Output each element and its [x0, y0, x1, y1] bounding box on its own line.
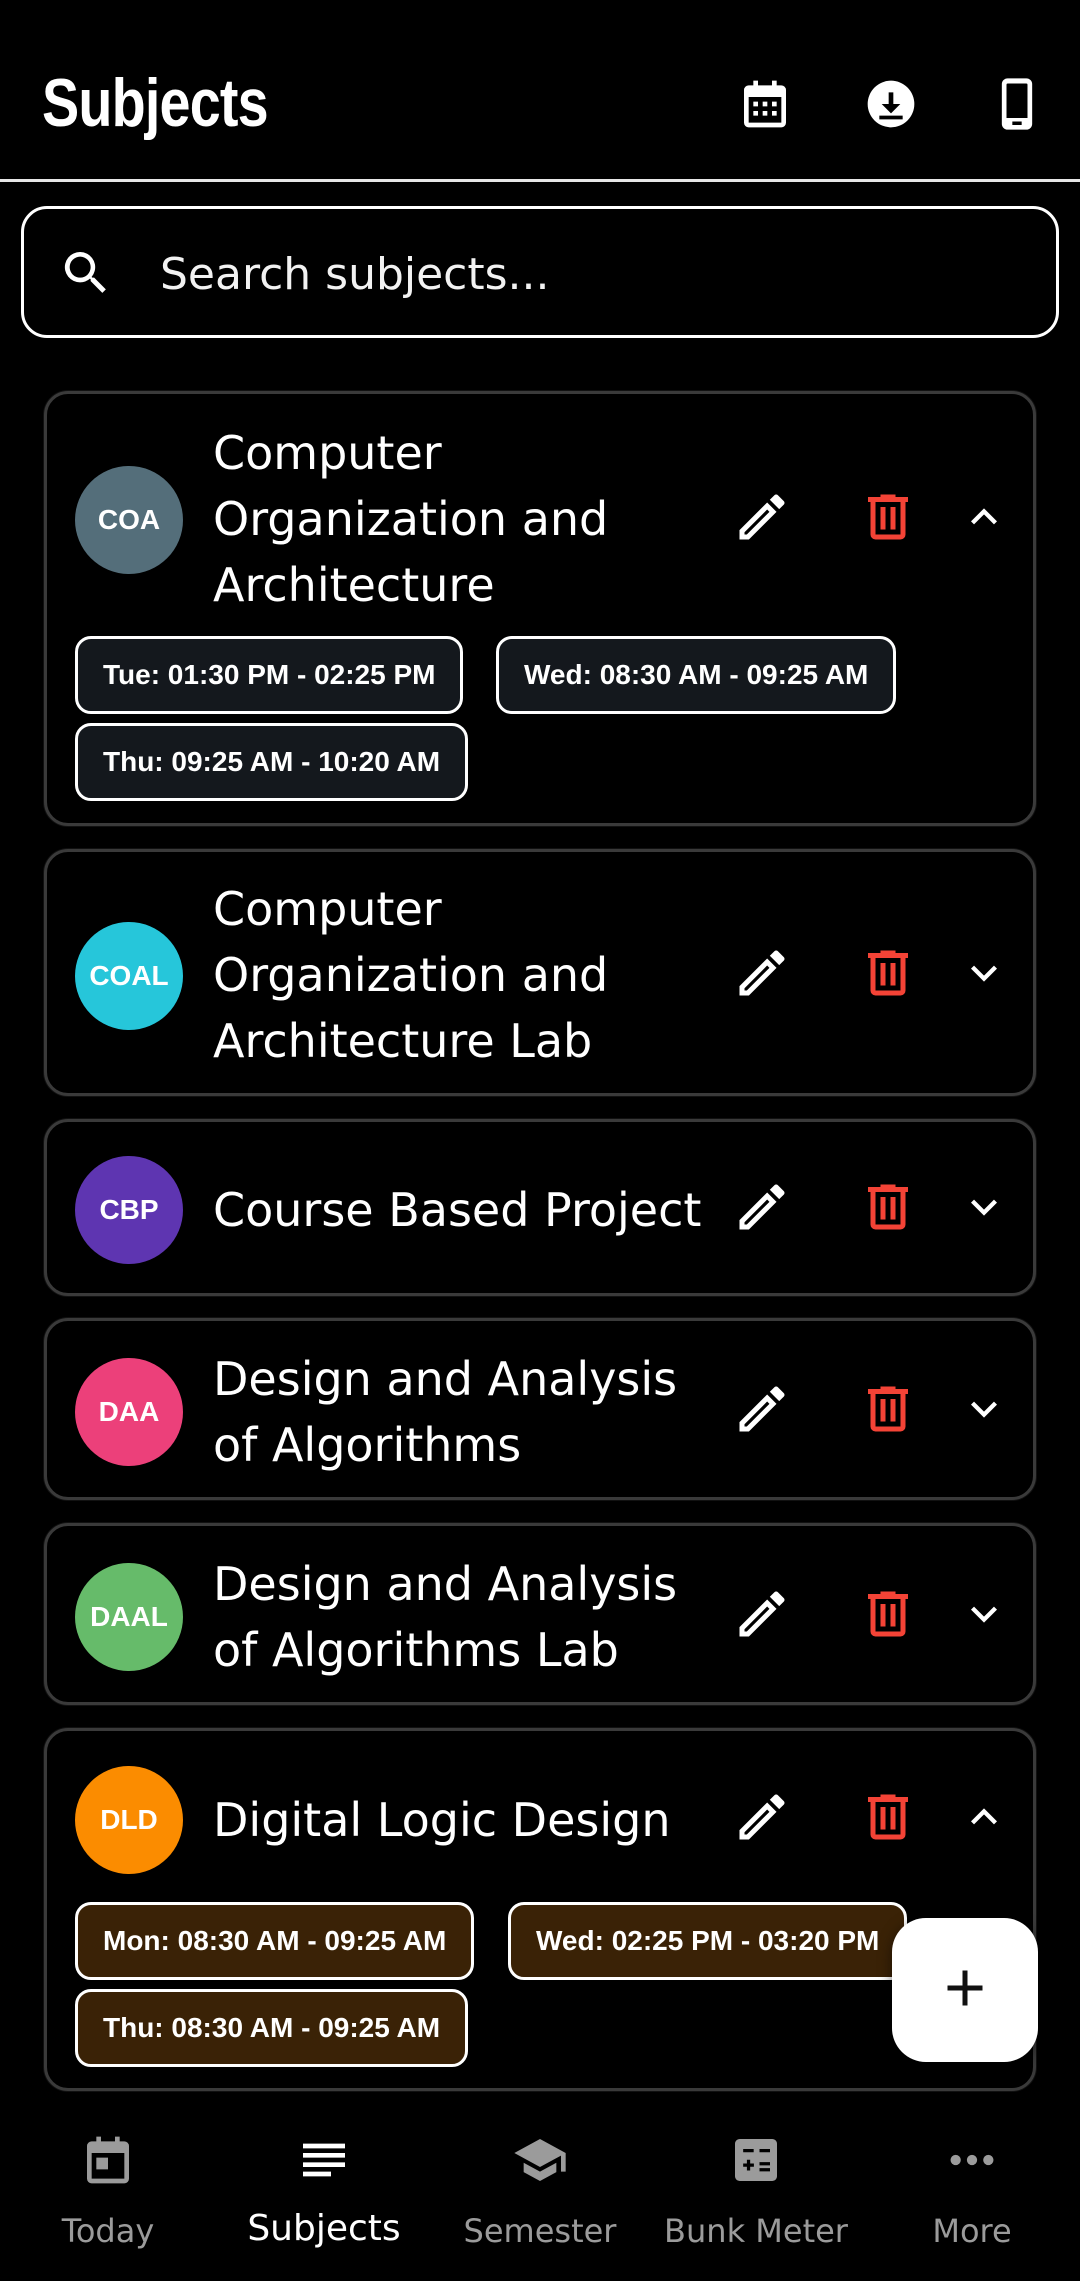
- trash-icon: [858, 487, 918, 551]
- search-icon: [58, 245, 114, 301]
- calculator-icon: [726, 2130, 786, 2190]
- delete-button[interactable]: [853, 940, 923, 1010]
- schedule-chip[interactable]: Wed: 08:30 AM - 09:25 AM: [496, 636, 897, 714]
- page-title: Subjects: [42, 65, 269, 141]
- nav-item-more[interactable]: More: [864, 2096, 1080, 2281]
- nav-label: Today: [61, 2212, 155, 2250]
- nav-label: Semester: [463, 2212, 617, 2250]
- subject-name: Digital Logic Design: [213, 1793, 671, 1847]
- more-horizontal-icon: [942, 2130, 1002, 2190]
- edit-button[interactable]: [727, 1376, 797, 1446]
- nav-item-subjects[interactable]: Subjects: [216, 2096, 432, 2281]
- app-header: Subjects: [0, 0, 1080, 182]
- edit-button[interactable]: [727, 1581, 797, 1651]
- download-button[interactable]: [861, 74, 921, 138]
- calendar-day-icon: [78, 2130, 138, 2190]
- subject-card[interactable]: COAL Computer Organization and Architect…: [44, 849, 1036, 1096]
- collapse-button[interactable]: [949, 1784, 1019, 1854]
- list-icon: [294, 2130, 354, 2190]
- nav-label: More: [932, 2212, 1012, 2250]
- download-icon: [863, 76, 919, 136]
- bottom-nav: Today Subjects Semester Bunk Meter More: [0, 2096, 1080, 2281]
- subject-name: Design and Analysis of Algorithms Lab: [213, 1557, 678, 1677]
- delete-button[interactable]: [853, 484, 923, 554]
- add-subject-button[interactable]: [892, 1918, 1038, 2062]
- chevron-down-icon: [958, 1588, 1010, 1644]
- chevron-up-icon: [958, 1791, 1010, 1847]
- nav-item-bunk-meter[interactable]: Bunk Meter: [648, 2096, 864, 2281]
- chevron-up-icon: [958, 491, 1010, 547]
- edit-button[interactable]: [727, 1784, 797, 1854]
- delete-button[interactable]: [853, 1581, 923, 1651]
- subject-avatar: COAL: [75, 922, 183, 1030]
- nav-item-today[interactable]: Today: [0, 2096, 216, 2281]
- subject-card[interactable]: DLD Digital Logic Design Mon: 08:30 AM -…: [44, 1728, 1036, 2091]
- calendar-button[interactable]: [735, 74, 795, 138]
- trash-icon: [858, 1787, 918, 1851]
- expand-button[interactable]: [949, 1376, 1019, 1446]
- schedule-chip[interactable]: Thu: 08:30 AM - 09:25 AM: [75, 1989, 469, 2067]
- edit-button[interactable]: [727, 940, 797, 1010]
- trash-icon: [858, 1379, 918, 1443]
- subject-avatar: CBP: [75, 1156, 183, 1264]
- calendar-icon: [737, 76, 793, 136]
- pencil-icon: [732, 1177, 792, 1241]
- subject-card[interactable]: COA Computer Organization and Architectu…: [44, 391, 1036, 826]
- subject-name: Computer Organization and Architecture L…: [213, 882, 609, 1068]
- schedule-chip[interactable]: Thu: 09:25 AM - 10:20 AM: [75, 723, 469, 801]
- collapse-button[interactable]: [949, 484, 1019, 554]
- schedule-chip[interactable]: Mon: 08:30 AM - 09:25 AM: [75, 1902, 475, 1980]
- subject-avatar: DAAL: [75, 1563, 183, 1671]
- pencil-icon: [732, 1379, 792, 1443]
- search-bar[interactable]: [21, 206, 1059, 338]
- subject-card[interactable]: CBP Course Based Project: [44, 1119, 1036, 1296]
- schedule-chip[interactable]: Tue: 01:30 PM - 02:25 PM: [75, 636, 464, 714]
- expand-button[interactable]: [949, 940, 1019, 1010]
- nav-item-semester[interactable]: Semester: [432, 2096, 648, 2281]
- subject-avatar: DLD: [75, 1766, 183, 1874]
- trash-icon: [858, 1177, 918, 1241]
- chevron-down-icon: [958, 1383, 1010, 1439]
- subject-avatar: COA: [75, 466, 183, 574]
- plus-icon: [935, 1958, 995, 2022]
- subject-name: Course Based Project: [213, 1183, 702, 1237]
- pencil-icon: [732, 943, 792, 1007]
- pencil-icon: [732, 1584, 792, 1648]
- phone-icon: [989, 76, 1045, 136]
- pencil-icon: [732, 487, 792, 551]
- edit-button[interactable]: [727, 1174, 797, 1244]
- search-input[interactable]: [160, 239, 1020, 309]
- chevron-down-icon: [958, 1181, 1010, 1237]
- subject-avatar: DAA: [75, 1358, 183, 1466]
- subject-card[interactable]: DAAL Design and Analysis of Algorithms L…: [44, 1523, 1036, 1705]
- delete-button[interactable]: [853, 1784, 923, 1854]
- trash-icon: [858, 1584, 918, 1648]
- delete-button[interactable]: [853, 1174, 923, 1244]
- chevron-down-icon: [958, 947, 1010, 1003]
- device-button[interactable]: [987, 74, 1047, 138]
- expand-button[interactable]: [949, 1581, 1019, 1651]
- expand-button[interactable]: [949, 1174, 1019, 1244]
- subject-name: Computer Organization and Architecture: [213, 426, 609, 612]
- pencil-icon: [732, 1787, 792, 1851]
- schedule-chip[interactable]: Wed: 02:25 PM - 03:20 PM: [508, 1902, 908, 1980]
- nav-label: Subjects: [247, 2208, 401, 2249]
- delete-button[interactable]: [853, 1376, 923, 1446]
- subject-card[interactable]: DAA Design and Analysis of Algorithms: [44, 1318, 1036, 1500]
- trash-icon: [858, 943, 918, 1007]
- graduation-cap-icon: [510, 2130, 570, 2190]
- edit-button[interactable]: [727, 484, 797, 554]
- nav-label: Bunk Meter: [664, 2212, 848, 2250]
- subject-name: Design and Analysis of Algorithms: [213, 1352, 678, 1472]
